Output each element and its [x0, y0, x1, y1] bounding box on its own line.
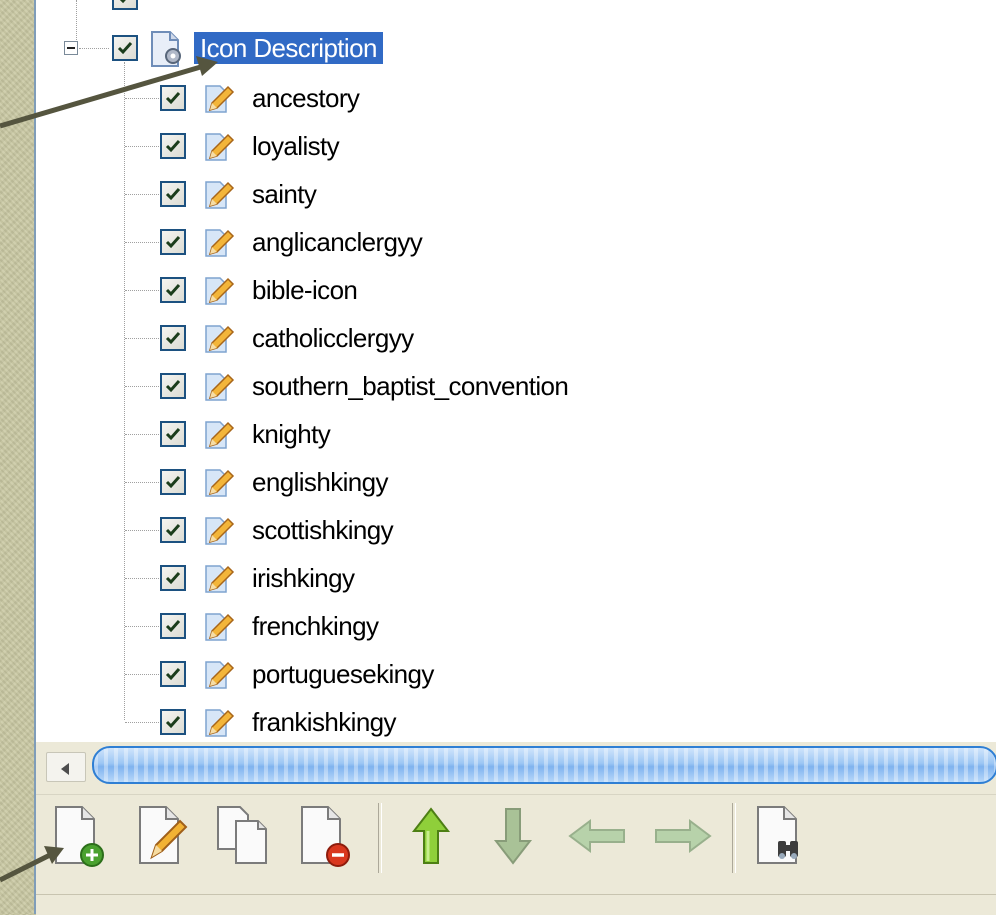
annotation-arrow — [0, 846, 64, 883]
annotation-arrow — [0, 56, 218, 129]
annotation-overlay — [0, 56, 218, 883]
